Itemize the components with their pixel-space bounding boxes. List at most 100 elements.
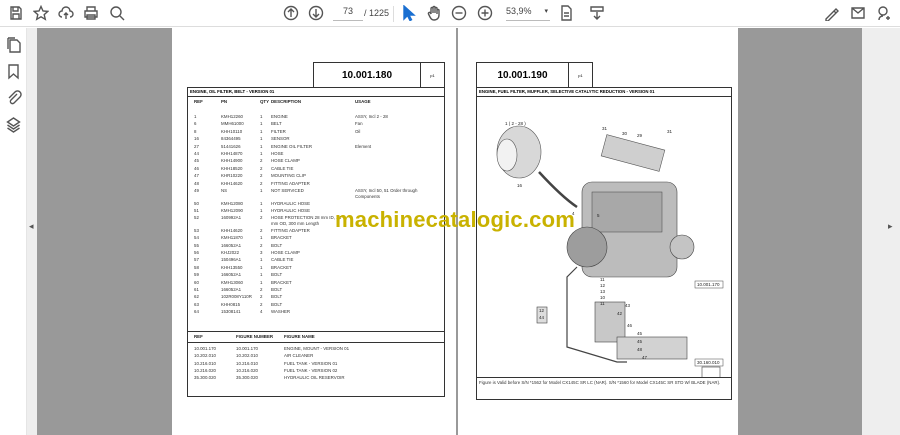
cell-pn: KHH14620 — [221, 227, 243, 233]
select-cursor-icon[interactable] — [399, 4, 417, 22]
cell-desc: FITTING ADAPTER — [271, 227, 310, 233]
cell-qty: 2 — [260, 227, 263, 233]
page-number-input[interactable]: 73 — [333, 6, 363, 21]
cell-usage: ASSY, Incl 50, 51 Order through — [355, 188, 418, 193]
next-page-icon[interactable] — [307, 4, 325, 22]
table-row: 46 KHH18520 2 CABLE TIE — [188, 166, 444, 173]
figure-frame: ENGINE, FUEL FILTER, MUFFLER, SELECTIVE … — [476, 87, 732, 400]
cell-fig: 10.001.170 — [236, 346, 258, 351]
cell-qty: 2 — [260, 242, 263, 248]
attachment-icon[interactable] — [5, 89, 22, 106]
collapse-left-arrow-icon[interactable]: ◂ — [29, 221, 34, 232]
cell-desc: SENSOR — [271, 136, 290, 142]
scroll-mode-icon[interactable] — [588, 4, 606, 22]
cell-pn: KMH13060 — [221, 279, 243, 285]
print-icon[interactable] — [82, 4, 100, 22]
cell-ref: 6 — [194, 121, 197, 127]
cell-qty: 1 — [260, 200, 263, 206]
cell-qty: 2 — [260, 158, 263, 164]
cell-ref: 50 — [194, 200, 199, 206]
previous-page-icon[interactable] — [282, 4, 300, 22]
cell-usage: Oil — [355, 128, 361, 134]
table-row: 57 150496A1 1 CABLE TIE — [188, 257, 444, 264]
cell-ref: 56 — [194, 250, 199, 255]
cell-ref: 52 — [194, 215, 199, 221]
pages-icon[interactable] — [5, 36, 22, 53]
cell-fig: 10.202.010 — [236, 353, 258, 359]
cell-ref: 57 — [194, 257, 199, 263]
cell-pn: NS — [221, 188, 228, 193]
sign-icon[interactable] — [823, 4, 841, 22]
cell-pn: KHH13550 — [221, 264, 243, 270]
figure-number: 10.001.190 — [476, 62, 569, 88]
right-panel-strip — [862, 28, 900, 435]
callout-label: 45 — [637, 339, 643, 344]
cell-qty: 1 — [260, 235, 263, 241]
cell-name: HYDRAULIC OIL RESERVOIR — [284, 375, 345, 381]
cell-qty: 1 — [260, 143, 263, 149]
reference-row: 10.216.020 10.216.020 FUEL TANK - VERSION … — [188, 368, 444, 375]
reference-row: 10.001.170 10.001.170 ENGINE, MOUNT - VERS… — [188, 346, 444, 353]
cell-desc: BRACKET — [271, 235, 292, 241]
callout-label: 31 — [667, 129, 673, 134]
cell-ref: 49 — [194, 188, 199, 193]
callout-label: 31 — [602, 126, 608, 131]
engine-head — [591, 191, 663, 233]
callout-label: 29 — [637, 133, 643, 138]
upload-icon[interactable] — [57, 4, 75, 22]
cell-ref: 59 — [194, 272, 199, 278]
cell-desc: CABLE TIE — [271, 165, 294, 171]
reference-header: REF FIGURE NUMBER FIGURE NAME — [188, 334, 444, 341]
callout-label: 13 — [600, 289, 606, 294]
cell-usage: Element — [355, 143, 372, 149]
figure-title: ENGINE, FUEL FILTER, MUFFLER, SELECTIVE … — [477, 88, 731, 97]
callout-label: 12 — [539, 308, 545, 313]
bookmark-icon[interactable] — [5, 63, 22, 80]
cell-desc: ENGINE OIL FILTER — [271, 143, 312, 149]
frame-plate — [616, 336, 688, 360]
page-fit-icon[interactable] — [558, 4, 576, 22]
cell-pn: KHH14870 — [221, 151, 243, 156]
cell-pn: 150496A1 — [221, 257, 242, 263]
callout-label: 47 — [642, 355, 648, 360]
cell-pn: 51441626 — [221, 143, 241, 149]
cell-name: FUEL TANK - VERSION 02 — [284, 367, 338, 373]
cell-pn: KMH11870 — [221, 235, 243, 241]
zoom-select[interactable]: 53,9% ▾ — [506, 6, 550, 21]
cell-ref: 16 — [194, 136, 199, 142]
zoom-in-icon[interactable] — [476, 4, 494, 22]
cell-desc: MOUNTING CLIP — [271, 173, 306, 179]
figure-number: 10.001.180 — [313, 62, 421, 88]
search-icon[interactable] — [108, 4, 126, 22]
cell-pn: 166052A1 — [221, 272, 242, 278]
orientation-icon — [701, 366, 721, 377]
cell-fig: 10.216.020 — [236, 367, 258, 373]
flywheel — [566, 226, 608, 268]
cell-ref: 47 — [194, 173, 199, 179]
user-add-icon[interactable] — [875, 4, 893, 22]
cell-pn: KMH12080 — [221, 200, 243, 206]
save-icon[interactable] — [7, 4, 25, 22]
cell-qty: 2 — [260, 301, 263, 307]
hand-tool-icon[interactable] — [425, 4, 443, 22]
cell-qty: 4 — [260, 309, 263, 315]
cell-ref: 64 — [194, 309, 199, 315]
cell-pn: 102R008Y110R — [221, 294, 252, 300]
toolbar: 73 / 1225 53,9% ▾ — [0, 0, 900, 27]
zoom-out-icon[interactable] — [450, 4, 468, 22]
mail-icon[interactable] — [849, 4, 867, 22]
cell-name: AIR CLEANER — [284, 353, 314, 359]
layers-icon[interactable] — [5, 116, 22, 133]
parts-table: ENGINE, OIL FILTER, BELT - VERSION 01 RE… — [187, 87, 445, 397]
cell-qty: QTY — [260, 99, 270, 104]
cell-pn: PN — [221, 99, 228, 104]
expand-right-arrow-icon[interactable]: ▸ — [888, 221, 893, 232]
chevron-down-icon: ▾ — [544, 8, 548, 15]
cell-ref: 58 — [194, 264, 199, 270]
reference-row: 10.216.010 10.216.010 FUEL TANK - VERSION … — [188, 361, 444, 368]
cell-pn: KHH14620 — [221, 180, 243, 186]
cell-ref: 44 — [194, 151, 199, 156]
callout-label: 44 — [539, 315, 545, 320]
star-icon[interactable] — [32, 4, 50, 22]
cell-qty: 2 — [260, 180, 263, 186]
